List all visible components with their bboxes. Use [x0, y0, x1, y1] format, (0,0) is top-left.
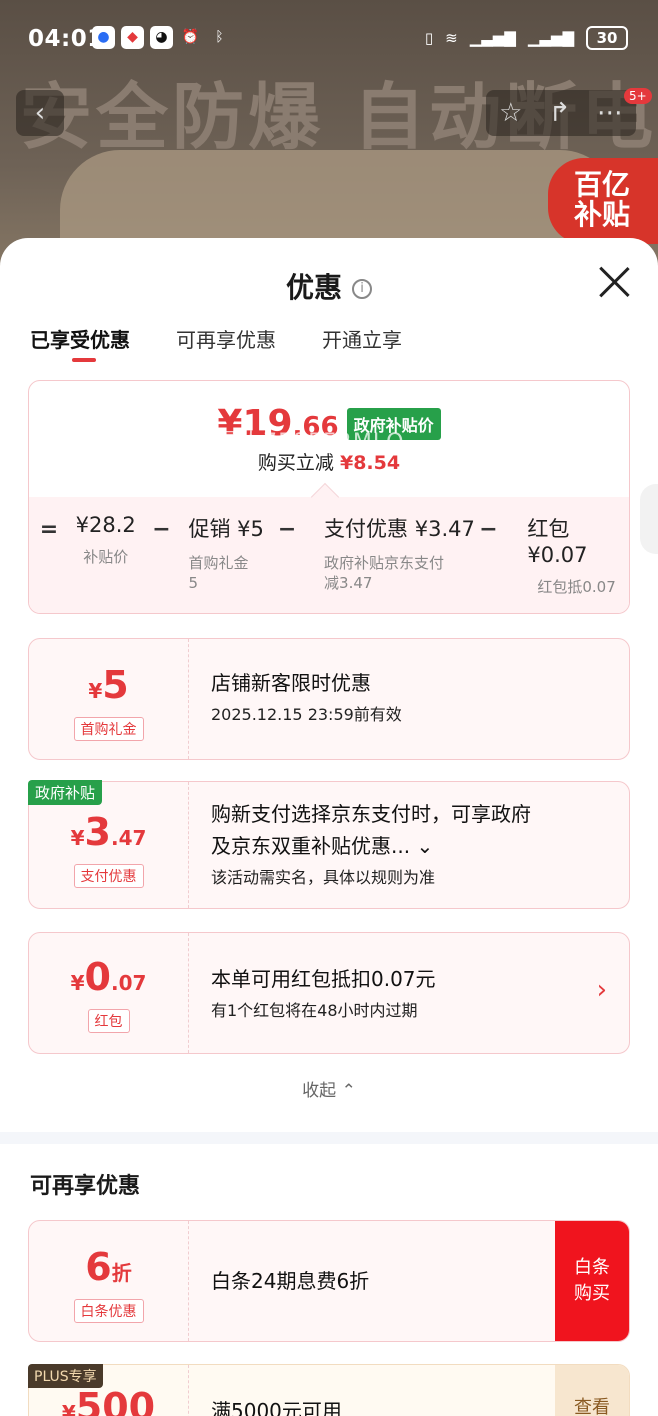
tab-more-discounts[interactable]: 可再享优惠: [176, 324, 276, 353]
discount-sheet: 优惠 i 已享受优惠 可再享优惠 开通立享 ¥19.66 政府补贴价 购买立减 ¥…: [0, 238, 658, 1416]
chevron-down-icon[interactable]: ⌄: [416, 834, 433, 858]
coupon-amount: ¥5: [88, 663, 129, 707]
coupon-title: 购新支付选择京东支付时，可享政府: [211, 802, 531, 826]
coupon-expiry: 有1个红包将在48小时内过期: [211, 1001, 418, 1020]
toolbar: ☆ ↱ ⋯: [486, 90, 636, 136]
price-breakdown: = ¥28.2 补贴价 − 促销 ¥5 首购礼金 5 − 支付优惠 ¥3.47 政府补贴…: [29, 482, 629, 613]
chevron-left-icon: ‹: [34, 98, 46, 128]
breakdown-term: 红包 ¥0.07 红包抵0.07: [527, 517, 616, 596]
breakdown-term: 支付优惠 ¥3.47 政府补贴京东支付 减3.47: [324, 517, 475, 592]
coupon-card-payment[interactable]: ¥3.47 支付优惠 购新支付选择京东支付时，可享政府 及京东双重补贴优惠...…: [28, 781, 630, 909]
more-discounts-title: 可再享优惠: [30, 1174, 141, 1199]
notification-badge: 5+: [624, 88, 652, 104]
breakdown-term: 促销 ¥5 首购礼金 5: [188, 517, 264, 592]
tab-bar: 已享受优惠 可再享优惠 开通立享: [30, 324, 402, 362]
vibrate-icon: ▯: [424, 29, 434, 47]
signal-icon: ▁▃▅▇: [469, 29, 516, 47]
status-bar: 04:01 ● ◆ ◕ ⏰ ᛒ ▯ ≋ ▁▃▅▇ ▁▃▅▇ 30: [0, 0, 658, 80]
coupon-type-label: 支付优惠: [73, 864, 144, 888]
coupon-title: 店铺新客限时优惠: [211, 671, 371, 695]
signal-icon: ▁▃▅▇: [527, 29, 574, 47]
tab-activate[interactable]: 开通立享: [322, 324, 402, 353]
status-indicators: ▯ ≋ ▁▃▅▇ ▁▃▅▇ 30: [425, 26, 628, 50]
close-icon[interactable]: [596, 264, 632, 300]
coupon-type-label: 首购礼金: [73, 717, 144, 741]
coupon-amount: ¥3.47: [70, 810, 147, 854]
wifi-icon: ≋: [445, 29, 458, 47]
coupon-note: 该活动需实名，具体以规则为准: [211, 868, 436, 887]
coupon-card-red-packet[interactable]: ¥0.07 红包 本单可用红包抵扣0.07元 有1个红包将在48小时内过期 ›: [28, 932, 630, 1054]
qq-icon: ◕: [150, 26, 173, 49]
notification-icons: ● ◆ ◕ ⏰ ᛒ: [92, 26, 231, 49]
coupon-card-plus[interactable]: ¥500 满5000元可用 查看: [28, 1364, 630, 1416]
back-button[interactable]: ‹: [16, 90, 64, 136]
coupon-type-label: 白条优惠: [73, 1299, 144, 1323]
battery-icon: 30: [586, 26, 628, 50]
chevron-right-icon[interactable]: ›: [597, 975, 607, 1005]
subsidy-badge[interactable]: 百亿 补贴: [548, 158, 658, 244]
coupon-title: 本单可用红包抵扣0.07元: [211, 967, 436, 991]
coupon-amount: ¥0.07: [70, 955, 147, 999]
coupon-title-cont[interactable]: 及京东双重补贴优惠... ⌄: [211, 830, 589, 862]
app-icon: ◆: [121, 26, 144, 49]
coupon-type-label: 红包: [87, 1009, 130, 1033]
floating-avatar[interactable]: [640, 484, 658, 554]
coupon-amount: ¥500: [61, 1385, 156, 1416]
baitiao-buy-button[interactable]: 白条 购买: [555, 1221, 629, 1341]
coupon-card-new-customer[interactable]: ¥5 首购礼金 店铺新客限时优惠 2025.12.15 23:59前有效: [28, 638, 630, 760]
coupon-card-baitiao[interactable]: 6折 白条优惠 白条24期息费6折 白条 购买: [28, 1220, 630, 1342]
collapse-button[interactable]: 收起 ⌃: [0, 1076, 658, 1101]
breakdown-term: ¥28.2 补贴价: [75, 513, 136, 566]
plus-exclusive-tag: PLUS专享: [28, 1364, 103, 1388]
chevron-up-icon: ⌃: [341, 1081, 356, 1101]
view-button[interactable]: 查看: [555, 1365, 629, 1416]
info-icon[interactable]: i: [352, 279, 372, 299]
more-icon[interactable]: ⋯: [597, 90, 623, 136]
sheet-title: 优惠 i: [0, 266, 658, 306]
watermark: 慢悬人7585FRMLQ: [194, 430, 405, 455]
bluetooth-icon: ᛒ: [215, 29, 224, 45]
section-divider: [0, 1132, 658, 1144]
share-icon[interactable]: ↱: [549, 90, 571, 136]
gov-subsidy-corner-tag: 政府补贴: [28, 780, 103, 805]
star-icon[interactable]: ☆: [499, 90, 522, 136]
coupon-title: 白条24期息费6折: [211, 1269, 370, 1293]
price-summary-card: ¥19.66 政府补贴价 购买立减 ¥8.54 = ¥28.2 补贴价 − 促销 …: [28, 380, 630, 614]
alarm-icon: ⏰: [181, 29, 200, 45]
coupon-title: 满5000元可用: [211, 1399, 342, 1416]
coupon-expiry: 2025.12.15 23:59前有效: [211, 705, 402, 724]
tab-enjoyed[interactable]: 已享受优惠: [30, 324, 130, 362]
coupon-amount: 6折: [85, 1245, 132, 1289]
app-icon: ●: [92, 26, 115, 49]
